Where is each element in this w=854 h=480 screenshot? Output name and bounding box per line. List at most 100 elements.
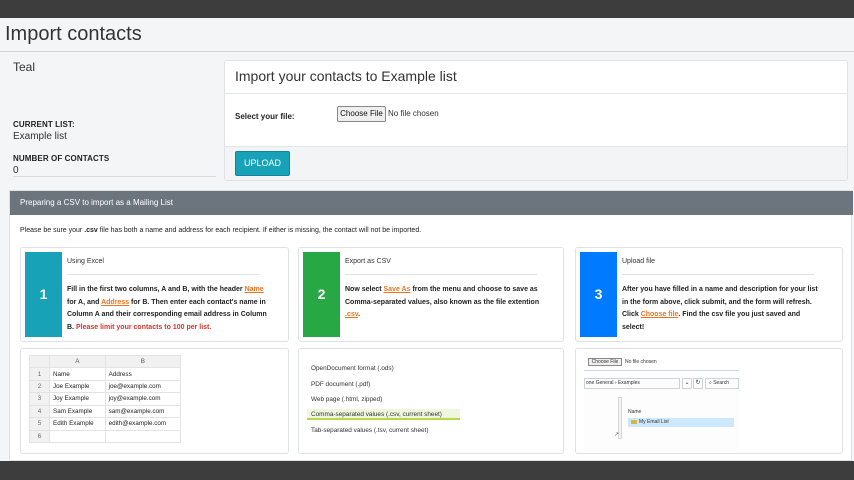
file-icon — [631, 419, 637, 424]
sheet-cell — [49, 429, 106, 444]
import-form-footer: UPLOAD — [225, 146, 847, 180]
table-row: 3 Joy Example joy@example.com — [29, 392, 182, 406]
sheet-cell: Edith Example — [49, 417, 106, 431]
csv-guide-header: Preparing a CSV to import as a Mailing L… — [10, 191, 853, 215]
step-title: Using Excel — [67, 258, 104, 265]
top-bar — [0, 0, 854, 18]
sheet-cell: Name — [49, 367, 106, 381]
import-form-divider — [225, 93, 847, 94]
bottom-bar — [0, 461, 854, 480]
step-title: Export as CSV — [345, 258, 391, 265]
step-card-upload: 3 Upload file After you have filled in a… — [575, 247, 843, 342]
sheet-cell: Joy Example — [49, 392, 106, 406]
refresh-icon: ↻ — [693, 378, 703, 389]
table-row: 5 Edith Example edith@example.com — [29, 417, 182, 431]
step-number-badge: 3 — [580, 252, 617, 337]
sheet-column-header: A — [49, 354, 106, 369]
import-form-title: Import your contacts to Example list — [235, 68, 457, 84]
step-divider — [345, 274, 537, 275]
dialog-file-status: No file chosen — [625, 359, 657, 365]
highlight-address: Address — [101, 298, 130, 306]
dialog-path-bar: one General › Examples — [584, 378, 680, 389]
sheet-row-number: 2 — [29, 379, 50, 394]
chevron-down-icon: ⌄ — [682, 378, 692, 389]
sheet-column-header: B — [104, 354, 182, 369]
page: Import contacts Teal CURRENT LIST: Examp… — [0, 18, 854, 461]
csv-guide-card: Preparing a CSV to import as a Mailing L… — [9, 190, 853, 461]
sheet-cell — [104, 429, 182, 444]
sheet-row-number: 5 — [29, 417, 50, 431]
sheet-header-row: A B — [29, 354, 182, 369]
dialog-file-row: My Email List — [628, 418, 734, 427]
step-text-part: Now select — [345, 286, 384, 293]
sheet-row-number: 6 — [29, 429, 50, 444]
highlight-choose-file: Choose file — [640, 311, 679, 318]
step-text-part: Fill in the first two columns, A and B, … — [67, 286, 245, 293]
sheet-cell: Joe Example — [49, 379, 106, 394]
contacts-count-value: 0 — [13, 165, 19, 176]
example-save-as-card: OpenDocument format (.ods) PDF document … — [298, 348, 564, 454]
example-spreadsheet-card: A B 1 Name Address 2 Joe Example joe@exa… — [20, 348, 289, 454]
step-title: Upload file — [622, 258, 656, 265]
step-text-part: for A, and — [67, 298, 102, 306]
highlight-name: Name — [244, 286, 264, 293]
format-option: Tab-separated values (.tsv, current shee… — [311, 427, 429, 434]
current-list-label: CURRENT LIST: — [13, 120, 75, 129]
table-row: 4 Sam Example sam@example.com — [29, 404, 182, 419]
contacts-count-label: NUMBER OF CONTACTS — [13, 154, 110, 163]
title-divider — [0, 51, 854, 52]
step-instructions: After you have filled in a name and desc… — [622, 284, 822, 334]
sidebar-divider — [13, 176, 216, 177]
step-card-export: 2 Export as CSV Now select Save As from … — [298, 247, 564, 342]
file-status-text: No file chosen — [388, 109, 439, 118]
sheet-cell: Address — [104, 367, 182, 381]
sheet-row-number: 4 — [29, 404, 50, 419]
file-field-label: Select your file: — [235, 112, 295, 121]
step-card-excel: 1 Using Excel Fill in the first two colu… — [20, 247, 289, 342]
sheet-cell: joe@example.com — [104, 379, 182, 394]
intro-text: Please be sure your — [20, 227, 85, 234]
example-file-dialog-card: Choose File No file chosen one General ›… — [575, 348, 843, 454]
sheet-cell: joy@example.com — [104, 392, 182, 406]
step-instructions: Now select Save As from the menu and cho… — [345, 284, 545, 322]
table-row: 1 Name Address — [29, 367, 182, 381]
page-title: Import contacts — [5, 23, 142, 45]
format-option: OpenDocument format (.ods) — [311, 365, 394, 372]
step-divider — [622, 274, 814, 275]
intro-extension: .csv — [84, 227, 98, 234]
cursor-icon: ↗ — [614, 432, 620, 438]
sheet-corner — [29, 354, 50, 369]
highlight-save-as: Save As — [383, 286, 411, 293]
table-row: 2 Joe Example joe@example.com — [29, 379, 182, 394]
sheet-cell: sam@example.com — [104, 404, 182, 419]
contact-limit-warning: Please limit your contacts to 100 per li… — [75, 323, 212, 331]
sheet-cell: edith@example.com — [104, 417, 182, 431]
step-instructions: Fill in the first two columns, A and B, … — [67, 284, 267, 334]
dialog-search-box: ⌕ Search — [705, 378, 739, 389]
current-list-value: Example list — [13, 131, 67, 142]
file-dialog-screenshot: Choose File No file chosen one General ›… — [584, 357, 739, 451]
format-option: Web page (.html, zipped) — [311, 396, 383, 403]
table-row: 6 — [29, 429, 182, 444]
highlight-csv: .csv — [345, 311, 359, 318]
choose-file-button[interactable]: Choose File — [337, 106, 386, 122]
step-number-badge: 1 — [25, 252, 62, 337]
csv-guide-intro: Please be sure your .csv file has both a… — [20, 227, 421, 234]
sheet-cell: Sam Example — [49, 404, 106, 419]
dialog-search-placeholder: Search — [713, 380, 730, 386]
list-owner-name: Teal — [13, 60, 36, 74]
sheet-row-number: 3 — [29, 392, 50, 406]
sheet-row-number: 1 — [29, 367, 50, 381]
dialog-file-name: My Email List — [639, 419, 669, 425]
dialog-choose-file-button: Choose File — [588, 358, 622, 366]
intro-text-end: file has both a name and address for eac… — [97, 227, 422, 234]
format-option-selected: Comma-separated values (.csv, current sh… — [311, 411, 442, 418]
example-spreadsheet: A B 1 Name Address 2 Joe Example joe@exa… — [29, 354, 182, 444]
import-form-card: Import your contacts to Example list Sel… — [224, 60, 848, 181]
dialog-column-header: Name — [628, 409, 642, 415]
file-dialog-window: one General › Examples ⌄ ↻ ⌕ Search ↗ Na… — [584, 370, 739, 451]
upload-button[interactable]: UPLOAD — [235, 151, 290, 176]
step-text-part: . — [358, 311, 361, 318]
format-option: PDF document (.pdf) — [311, 381, 371, 388]
list-sidebar: Teal CURRENT LIST: Example list NUMBER O… — [13, 60, 216, 178]
